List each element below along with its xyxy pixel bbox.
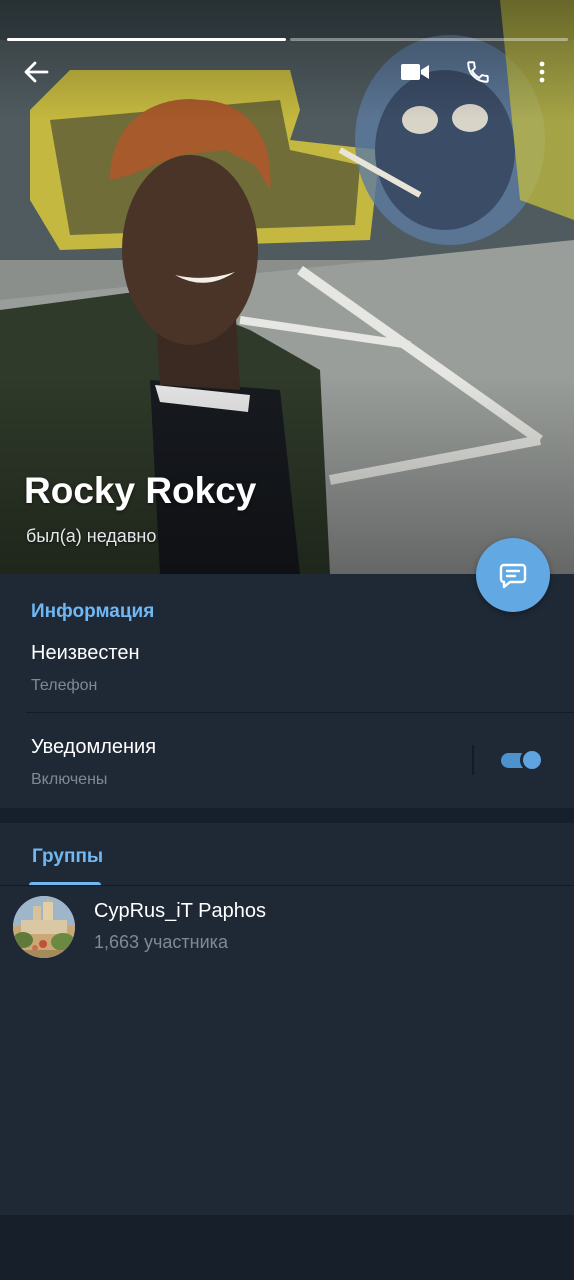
notifications-title: Уведомления	[31, 736, 157, 758]
voice-call-button[interactable]	[456, 50, 500, 94]
group-title: CypRus_iT Paphos	[94, 900, 266, 922]
more-button[interactable]	[520, 50, 564, 94]
notifications-toggle[interactable]	[499, 748, 545, 772]
video-camera-icon	[401, 64, 429, 80]
info-section-title: Информация	[31, 601, 155, 622]
list-item[interactable]: CypRus_iT Paphos 1,663 участника	[0, 887, 574, 967]
more-vertical-icon	[539, 61, 545, 83]
toggle-knob	[520, 748, 544, 772]
groups-tab-label: Группы	[32, 846, 104, 867]
bottom-area	[0, 1215, 574, 1280]
tabs-divider	[0, 885, 574, 886]
message-icon	[499, 563, 527, 589]
phone-label: Телефон	[31, 677, 98, 694]
profile-status: был(а) недавно	[26, 526, 157, 546]
arrow-left-icon	[24, 61, 49, 83]
profile-name: Rocky Rokcy	[24, 470, 257, 511]
phone-icon	[467, 61, 489, 83]
group-avatar-image	[13, 896, 75, 958]
info-section: Информация Неизвестен Телефон Уведомлени…	[0, 574, 574, 808]
story-progress	[7, 38, 568, 42]
toggle-separator	[472, 745, 474, 775]
notifications-state: Включены	[31, 771, 108, 788]
profile-screen: Rocky Rokcy был(а) недавно Информация Не…	[0, 0, 574, 1280]
send-message-button[interactable]	[476, 538, 550, 612]
tab-groups[interactable]: Группы	[29, 823, 104, 886]
story-segment-2	[289, 38, 568, 41]
story-segment-1	[7, 38, 286, 41]
section-gap	[0, 808, 574, 823]
groups-section: Группы CypRus_iT Paphos 1,663 участника	[0, 823, 574, 1215]
back-button[interactable]	[14, 50, 58, 94]
video-call-button[interactable]	[393, 50, 437, 94]
phone-value: Неизвестен	[31, 642, 140, 664]
avatar	[13, 896, 75, 958]
group-members-count: 1,663 участника	[94, 932, 228, 952]
info-divider	[26, 712, 574, 713]
notifications-row[interactable]: Уведомления Включены	[31, 736, 156, 789]
phone-row[interactable]: Неизвестен Телефон	[31, 642, 140, 695]
